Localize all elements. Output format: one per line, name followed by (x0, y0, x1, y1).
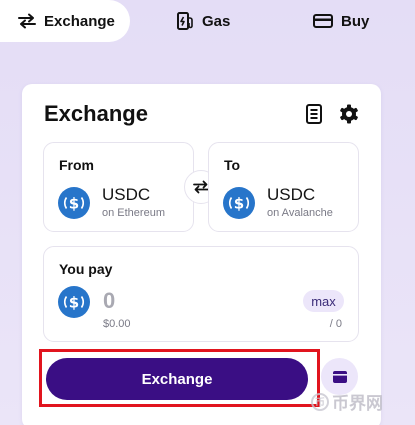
from-chain: on Ethereum (102, 207, 165, 219)
receipt-icon (306, 104, 322, 124)
tab-exchange[interactable]: Exchange (0, 0, 130, 42)
swap-arrows-icon (193, 180, 209, 194)
token-balance: / 0 (329, 318, 342, 330)
from-token-symbol: USDC (102, 185, 151, 204)
from-token-selector[interactable]: From $ USDC on Ethereum (43, 142, 194, 232)
wallet-icon (332, 370, 347, 383)
to-label: To (224, 157, 241, 173)
to-chain: on Avalanche (267, 207, 333, 219)
tab-buy-label: Buy (341, 12, 370, 30)
card-title: Exchange (44, 101, 148, 126)
coin-logo-icon: 币 (311, 392, 329, 411)
tab-exchange-label: Exchange (44, 12, 115, 30)
history-button[interactable] (303, 103, 325, 125)
site-watermark: 币 币界网 (311, 389, 383, 414)
usdc-coin-icon: $ (58, 286, 90, 318)
credit-card-icon (313, 14, 333, 28)
svg-text:$: $ (69, 195, 79, 213)
pay-label: You pay (59, 261, 113, 277)
exchange-button[interactable]: Exchange (46, 358, 308, 400)
svg-text:$: $ (234, 195, 244, 213)
usdc-coin-icon: $ (223, 187, 255, 219)
swap-arrows-icon (18, 13, 36, 29)
top-tab-bar: Exchange Gas Buy (0, 0, 415, 44)
tab-buy[interactable]: Buy (313, 0, 369, 42)
max-button[interactable]: max (303, 290, 344, 312)
from-label: From (59, 157, 94, 173)
gas-pump-icon (177, 12, 193, 30)
to-token-selector[interactable]: To $ USDC on Avalanche (208, 142, 359, 232)
pay-amount-input[interactable]: 0 (103, 288, 115, 314)
tab-gas-label: Gas (202, 12, 231, 30)
settings-button[interactable] (338, 103, 360, 125)
to-token-symbol: USDC (267, 185, 316, 204)
pay-amount-panel: You pay $ 0 $0.00 max / 0 (43, 246, 359, 342)
tab-gas[interactable]: Gas (176, 0, 230, 42)
usdc-coin-icon: $ (58, 187, 90, 219)
watermark-text: 币界网 (332, 394, 383, 413)
pay-usd-value: $0.00 (103, 318, 131, 330)
svg-text:$: $ (69, 294, 79, 312)
gear-icon (340, 104, 358, 124)
